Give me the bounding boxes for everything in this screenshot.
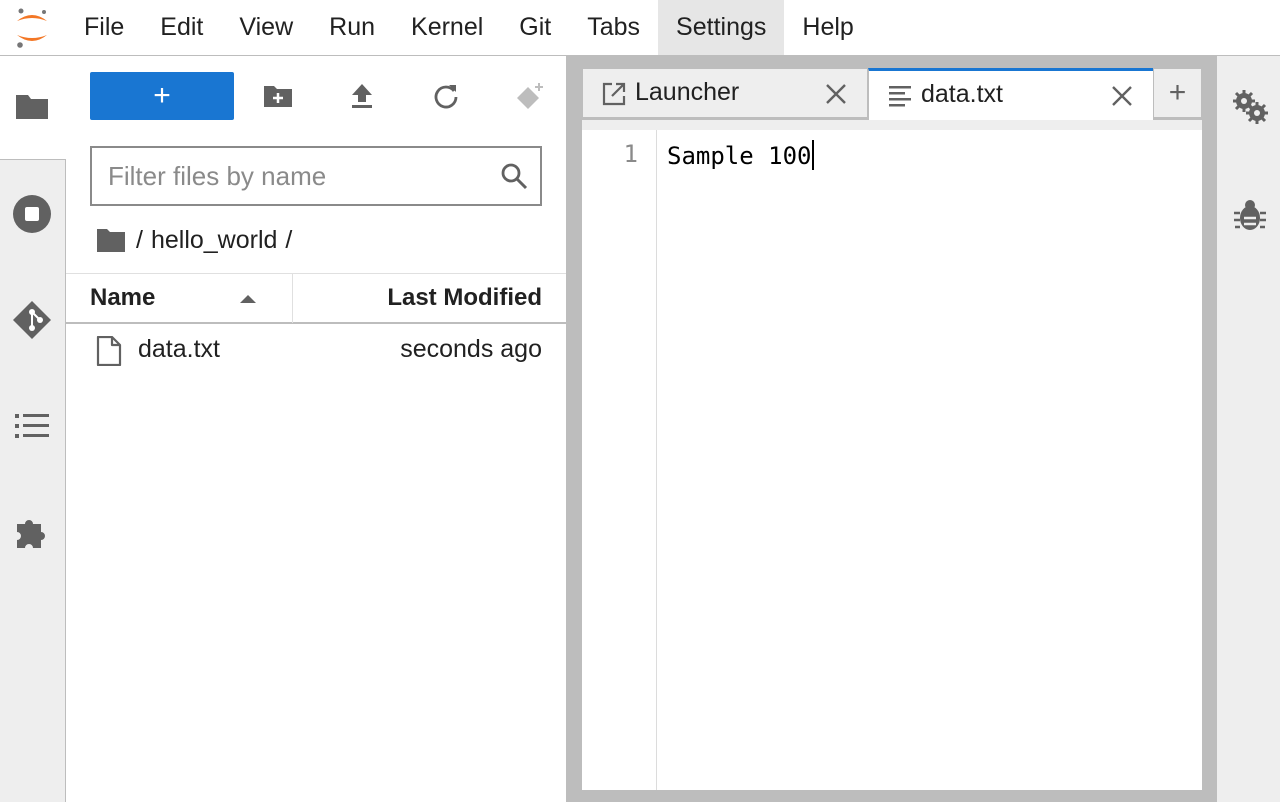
tab-label: data.txt xyxy=(921,80,1003,108)
tab-launcher[interactable]: Launcher xyxy=(582,68,868,118)
menu-bar: File Edit View Run Kernel Git Tabs Setti… xyxy=(0,0,1280,56)
menu-git[interactable]: Git xyxy=(501,0,569,55)
code-text: Sample 100 xyxy=(667,142,812,170)
menu-kernel[interactable]: Kernel xyxy=(393,0,501,55)
column-name-header[interactable]: Name xyxy=(90,284,155,312)
filter-input[interactable] xyxy=(108,148,488,204)
jupyter-logo-icon[interactable] xyxy=(14,6,50,50)
menu-tabs[interactable]: Tabs xyxy=(569,0,658,55)
breadcrumb-separator: / xyxy=(285,225,293,254)
running-icon[interactable] xyxy=(12,194,52,234)
menu-help[interactable]: Help xyxy=(784,0,871,55)
text-cursor xyxy=(811,140,814,170)
breadcrumb-separator: / xyxy=(136,225,143,254)
menu-run[interactable]: Run xyxy=(311,0,393,55)
search-icon xyxy=(501,163,528,190)
menu-view[interactable]: View xyxy=(221,0,311,55)
tab-label: Launcher xyxy=(635,78,740,106)
line-number-gutter: 1 xyxy=(582,130,657,790)
file-modified: seconds ago xyxy=(400,335,542,363)
menu-settings[interactable]: Settings xyxy=(658,0,785,55)
filter-box xyxy=(90,146,542,206)
plus-icon: + xyxy=(153,79,171,112)
close-icon[interactable] xyxy=(1109,83,1135,109)
launcher-icon xyxy=(602,82,626,106)
breadcrumb-hello-world[interactable]: hello_world xyxy=(151,226,277,255)
home-folder-icon[interactable] xyxy=(96,227,126,253)
table-of-contents-icon[interactable] xyxy=(12,406,52,446)
code-line[interactable]: Sample 100 xyxy=(667,140,814,170)
folder-icon[interactable] xyxy=(12,86,52,126)
add-tab-button[interactable]: + xyxy=(1153,68,1202,118)
plus-icon: + xyxy=(1168,76,1187,109)
git-icon[interactable] xyxy=(12,300,52,340)
column-divider[interactable] xyxy=(292,274,293,323)
refresh-icon[interactable] xyxy=(428,78,464,114)
file-icon xyxy=(96,336,122,366)
property-inspector-icon[interactable] xyxy=(1231,88,1269,126)
git-clone-icon[interactable] xyxy=(512,78,548,114)
text-file-icon xyxy=(889,86,911,107)
listing-header: Name Last Modified xyxy=(66,273,566,324)
column-modified-header[interactable]: Last Modified xyxy=(387,284,542,312)
sort-ascending-icon xyxy=(240,295,256,303)
text-editor[interactable]: 1 Sample 100 xyxy=(582,120,1202,790)
main-area: Launcher data.txt + 1 Sample 100 xyxy=(566,56,1216,802)
debugger-icon[interactable] xyxy=(1231,196,1269,234)
new-launcher-button[interactable]: + xyxy=(90,72,234,120)
menu-file[interactable]: File xyxy=(66,0,142,55)
menu-edit[interactable]: Edit xyxy=(142,0,221,55)
file-row[interactable]: data.txt seconds ago xyxy=(66,326,566,374)
file-browser: + / hello_world / Name Last Modified dat… xyxy=(66,56,566,802)
line-number: 1 xyxy=(623,140,638,168)
extension-icon[interactable] xyxy=(12,513,52,553)
breadcrumb: / hello_world / xyxy=(96,222,300,258)
left-sidebar xyxy=(0,56,66,802)
close-icon[interactable] xyxy=(823,81,849,107)
new-folder-icon[interactable] xyxy=(260,78,296,114)
right-sidebar xyxy=(1216,56,1280,802)
upload-icon[interactable] xyxy=(344,78,380,114)
tab-bar: Launcher data.txt + xyxy=(582,68,1202,120)
tab-data-txt[interactable]: data.txt xyxy=(868,68,1154,120)
file-name: data.txt xyxy=(138,335,220,363)
